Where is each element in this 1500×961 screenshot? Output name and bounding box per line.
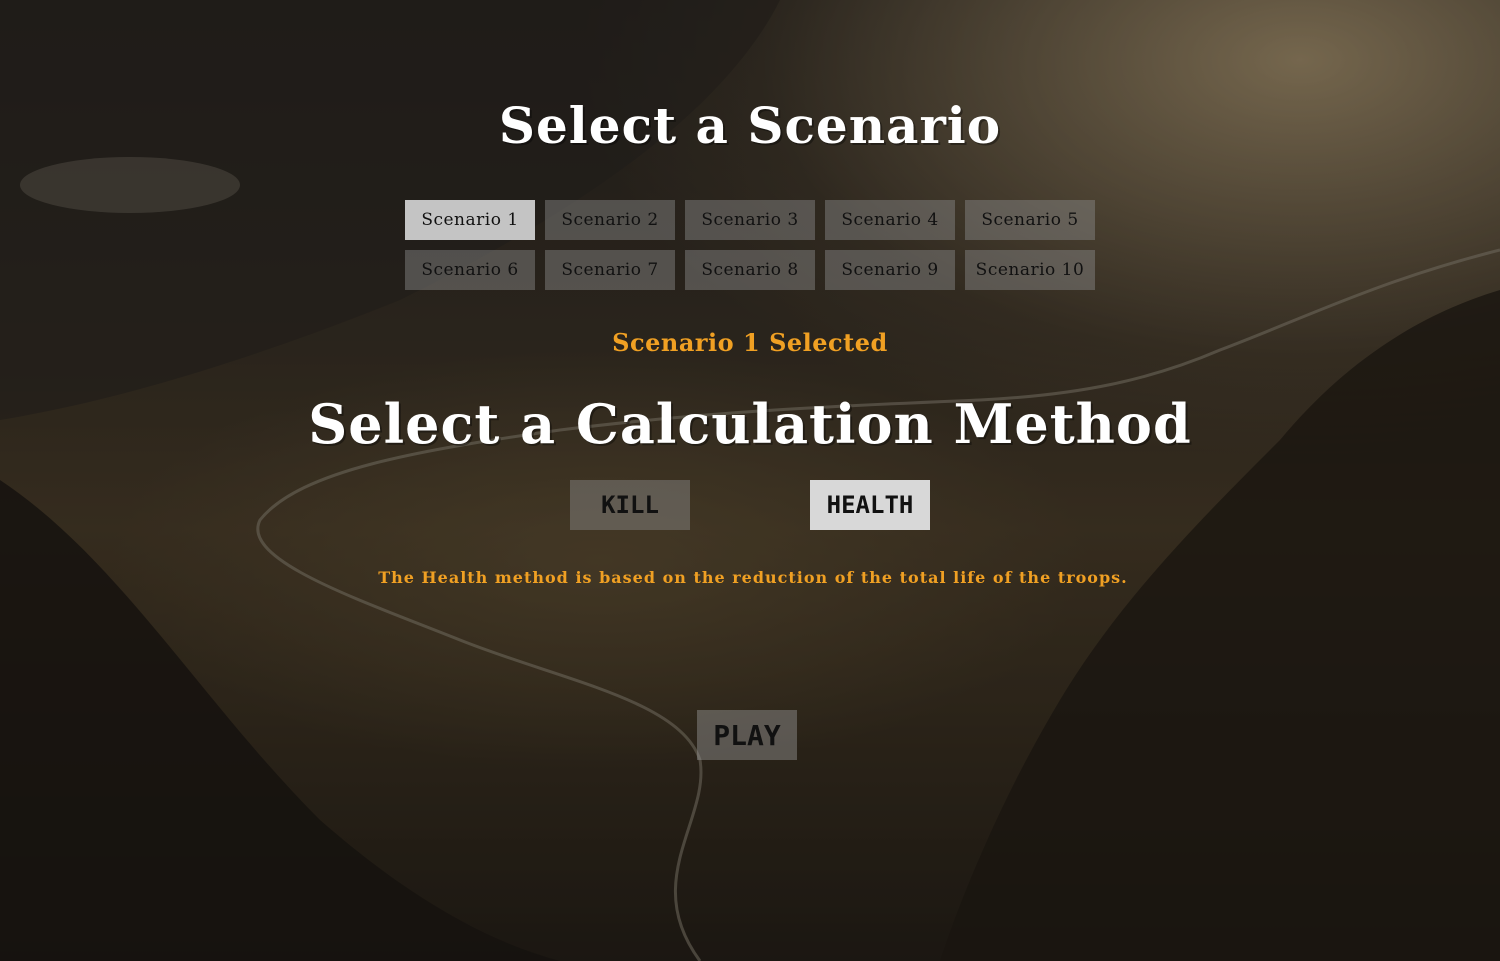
scenario-2-button[interactable]: Scenario 2 <box>545 200 675 240</box>
scenario-3-button[interactable]: Scenario 3 <box>685 200 815 240</box>
scenario-selection-screen: Select a Scenario Scenario 1 Scenario 2 … <box>0 0 1500 961</box>
scenario-9-button[interactable]: Scenario 9 <box>825 250 955 290</box>
scenario-10-button[interactable]: Scenario 10 <box>965 250 1095 290</box>
method-title: Select a Calculation Method <box>308 392 1192 456</box>
scenario-title: Select a Scenario <box>498 96 1002 155</box>
kill-method-button[interactable]: KILL <box>570 480 690 530</box>
scenario-8-button[interactable]: Scenario 8 <box>685 250 815 290</box>
scenario-5-button[interactable]: Scenario 5 <box>965 200 1095 240</box>
play-button[interactable]: PLAY <box>697 710 797 760</box>
health-method-button[interactable]: HEALTH <box>810 480 930 530</box>
scenario-1-button[interactable]: Scenario 1 <box>405 200 535 240</box>
scenario-4-button[interactable]: Scenario 4 <box>825 200 955 240</box>
scenario-6-button[interactable]: Scenario 6 <box>405 250 535 290</box>
method-description: The Health method is based on the reduct… <box>378 568 1128 587</box>
scenario-7-button[interactable]: Scenario 7 <box>545 250 675 290</box>
selected-scenario-label: Scenario 1 Selected <box>612 328 888 357</box>
scenario-grid: Scenario 1 Scenario 2 Scenario 3 Scenari… <box>405 200 1105 290</box>
